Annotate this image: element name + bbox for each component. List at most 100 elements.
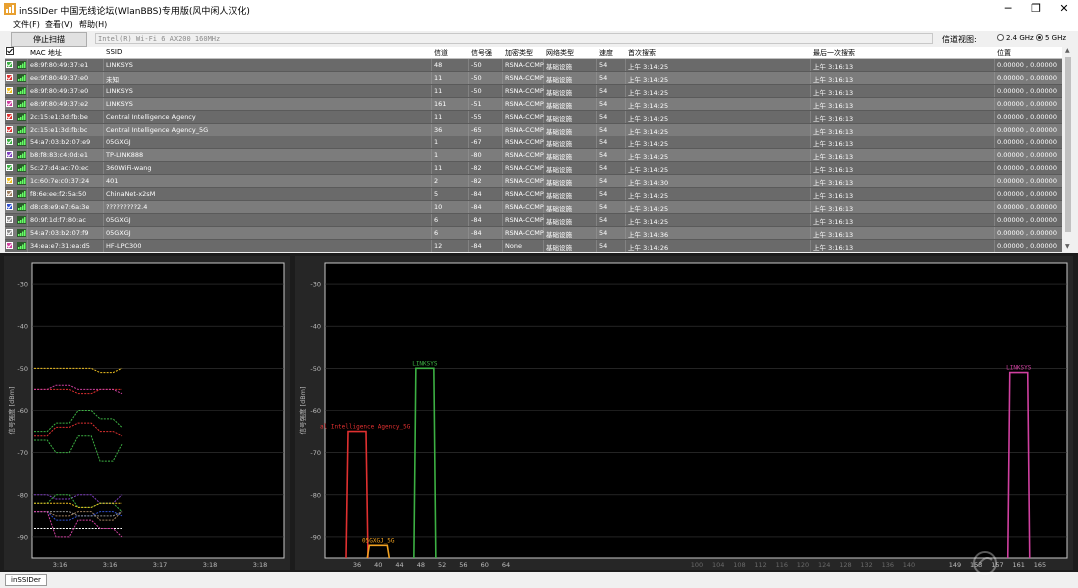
- cell-last-seen: 上午 3:16:13: [813, 179, 854, 188]
- column-divider: [431, 71, 432, 84]
- column-divider: [468, 110, 469, 123]
- col-channel[interactable]: 信道: [434, 48, 448, 58]
- row-checkbox[interactable]: [6, 112, 13, 120]
- row-checkbox[interactable]: [6, 241, 13, 249]
- row-checkbox[interactable]: [6, 99, 13, 107]
- column-divider: [431, 200, 432, 213]
- x-tick-label: 108: [733, 561, 745, 569]
- column-divider: [625, 97, 626, 110]
- cell-security: RSNA-CCMP: [505, 202, 544, 211]
- row-checkbox[interactable]: [6, 86, 13, 94]
- table-row[interactable]: 54:a7:03:b2:07:e9 05GXGJ 1 -67 RSNA-CCMP 基础设施…: [5, 136, 1062, 150]
- cell-first-seen: 上午 3:14:25: [628, 140, 669, 149]
- row-checkbox[interactable]: [6, 73, 13, 81]
- table-row[interactable]: 2c:15:e1:3d:fb:be Central Intelligence Ag…: [5, 110, 1062, 124]
- table-row[interactable]: e8:9f:80:49:37:e0 LINKSYS 11 -50 RSNA-CCMP 基础…: [5, 84, 1062, 98]
- table-row[interactable]: b8:f8:83:c4:0d:e1 TP-LINK888 1 -80 RSNA-CCMP…: [5, 149, 1062, 163]
- row-checkbox[interactable]: [6, 215, 13, 223]
- table-row[interactable]: 54:a7:03:b2:07:f9 05GXGJ 6 -84 RSNA-CCMP 基础设施…: [5, 226, 1062, 240]
- col-mac[interactable]: MAC 地址: [30, 48, 62, 58]
- cell-mac: e8:9f:80:49:37:e2: [30, 99, 89, 108]
- menu-file[interactable]: 文件(F): [13, 19, 40, 30]
- maximize-button[interactable]: ❐: [1022, 0, 1050, 18]
- close-button[interactable]: ✕: [1050, 0, 1078, 18]
- menu-view[interactable]: 查看(V): [45, 19, 73, 30]
- cell-security: RSNA-CCMP: [505, 86, 544, 95]
- scroll-thumb[interactable]: [1065, 57, 1071, 232]
- row-checkbox[interactable]: [6, 61, 13, 68]
- cell-mac: 34:ea:e7:31:ea:d5: [30, 241, 90, 250]
- table-row[interactable]: 80:9f:1d:f7:80:ac 05GXGJ 6 -84 RSNA-CCMP 基础设施…: [5, 213, 1062, 227]
- adapter-select[interactable]: Intel(R) Wi-Fi 6 AX200 160MHz: [95, 33, 933, 44]
- table-row[interactable]: 34:ea:e7:31:ea:d5 HF-LPC300 12 -84 None 基础设施 5…: [5, 239, 1062, 252]
- col-last-seen[interactable]: 最后一次搜索: [813, 48, 855, 58]
- row-checkbox[interactable]: [6, 125, 13, 133]
- column-divider: [103, 84, 104, 97]
- cell-last-seen: 上午 3:16:13: [813, 75, 854, 84]
- select-all-checkbox[interactable]: [6, 47, 14, 57]
- column-divider: [596, 71, 597, 84]
- column-divider: [596, 213, 597, 226]
- cell-location: 0.00000 , 0.00000: [997, 86, 1057, 95]
- row-checkbox[interactable]: [6, 190, 13, 197]
- row-checkbox[interactable]: [6, 177, 13, 185]
- cell-first-seen: 上午 3:14:25: [628, 217, 669, 226]
- y-tick-label: -40: [17, 323, 28, 331]
- row-checkbox[interactable]: [6, 151, 13, 159]
- cell-location: 0.00000 , 0.00000: [997, 73, 1057, 82]
- table-row[interactable]: 1c:60:7e:c0:37:24 401 2 -82 RSNA-CCMP 基础设施 54 上…: [5, 175, 1062, 189]
- col-speed[interactable]: 速度: [599, 48, 613, 58]
- column-divider: [596, 59, 597, 71]
- row-checkbox[interactable]: [6, 228, 13, 236]
- column-divider: [810, 213, 811, 226]
- row-checkbox[interactable]: [6, 202, 13, 210]
- row-checkbox[interactable]: [6, 164, 13, 172]
- cell-ssid: 05GXGJ: [106, 138, 131, 147]
- scroll-up-icon[interactable]: ▲: [1065, 47, 1070, 54]
- column-divider: [810, 149, 811, 162]
- minimize-button[interactable]: ─: [994, 0, 1022, 18]
- column-divider: [596, 188, 597, 200]
- cell-network-type: 基础设施: [546, 75, 572, 84]
- tab-inssider[interactable]: inSSIDer: [5, 574, 47, 586]
- scroll-down-icon[interactable]: ▼: [1065, 243, 1070, 250]
- column-divider: [468, 188, 469, 200]
- table-scrollbar[interactable]: ▲ ▼: [1063, 47, 1073, 252]
- col-security[interactable]: 加密类型: [505, 48, 533, 58]
- table-row[interactable]: 5c:27:d4:ac:70:ec 360WiFi-wang 11 -82 RSNA-C…: [5, 162, 1062, 176]
- cell-last-seen: 上午 3:16:13: [813, 192, 854, 200]
- col-first-seen[interactable]: 首次搜索: [628, 48, 656, 58]
- cell-ssid: ?????????2.4: [106, 202, 148, 211]
- y-tick-label: -50: [310, 365, 321, 373]
- col-location[interactable]: 位置: [997, 48, 1011, 58]
- table-row[interactable]: e8:9f:80:49:37:e1 LINKSYS 48 -50 RSNA-CCMP 基础…: [5, 59, 1062, 72]
- column-divider: [502, 188, 503, 200]
- column-divider: [810, 239, 811, 252]
- cell-rssi: -65: [471, 125, 482, 134]
- column-divider: [27, 59, 28, 71]
- table-row[interactable]: f8:6e:ee:f2:5a:50 ChinaNet-x2sM 5 -84 RSNA-C…: [5, 188, 1062, 201]
- table-row[interactable]: d8:c8:e9:e7:6a:3e ?????????2.4 10 -84 RSNA-C…: [5, 200, 1062, 214]
- table-row[interactable]: ee:9f:80:49:37:e0 未知 11 -50 RSNA-CCMP 基础设施 54 上…: [5, 71, 1062, 85]
- col-rssi[interactable]: 信号强: [471, 48, 492, 58]
- band-5-radio[interactable]: 5 GHz: [1036, 34, 1066, 42]
- stop-scan-button[interactable]: 停止扫描: [11, 32, 87, 47]
- col-network-type[interactable]: 网络类型: [546, 48, 574, 58]
- cell-last-seen: 上午 3:16:13: [813, 140, 854, 149]
- column-divider: [103, 239, 104, 252]
- table-row[interactable]: 2c:15:e1:3d:fb:bc Central Intelligence Ag…: [5, 123, 1062, 137]
- menu-help[interactable]: 帮助(H): [79, 19, 107, 30]
- cell-channel: 10: [434, 202, 443, 211]
- column-divider: [103, 123, 104, 136]
- band-24-radio[interactable]: 2.4 GHz: [997, 34, 1034, 42]
- x-tick-label: 40: [374, 561, 382, 569]
- row-checkbox[interactable]: [6, 138, 13, 146]
- column-divider: [27, 110, 28, 123]
- signal-strength-icon: [17, 164, 26, 173]
- cell-first-seen: 上午 3:14:36: [628, 230, 669, 239]
- col-ssid[interactable]: SSID: [106, 48, 122, 56]
- cell-network-type: 基础设施: [546, 192, 572, 200]
- menu-bar: 文件(F) 查看(V) 帮助(H): [0, 18, 1078, 31]
- column-divider: [625, 123, 626, 136]
- table-row[interactable]: e8:9f:80:49:37:e2 LINKSYS 161 -51 RSNA-CCMP 基…: [5, 97, 1062, 111]
